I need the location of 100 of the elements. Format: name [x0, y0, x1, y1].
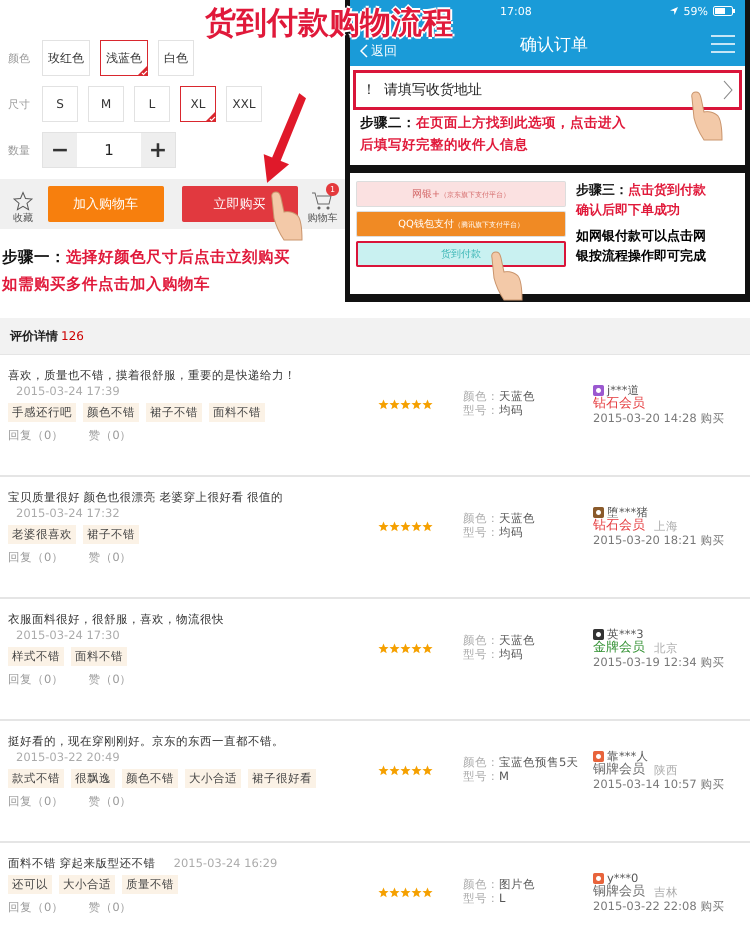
- reviews-title: 评价详情: [10, 328, 58, 344]
- option-chip[interactable]: 白色: [158, 40, 194, 76]
- favorite-button[interactable]: 收藏: [6, 183, 40, 225]
- color-attribute: 颜色：图片色: [463, 877, 536, 891]
- user-name: y***0: [607, 871, 638, 885]
- option-chip[interactable]: XL: [180, 86, 216, 122]
- battery-percent: 59%: [684, 4, 708, 18]
- option-chip[interactable]: M: [88, 86, 124, 122]
- user-name: j***道: [607, 383, 640, 397]
- cart-icon: [311, 191, 334, 211]
- review-text: 挺好看的，现在穿刚刚好。京东的东西一直都不错。 2015-03-22 20:49: [8, 733, 285, 765]
- reply-link[interactable]: 回复（0）: [8, 550, 64, 565]
- size-attribute: 型号：均码: [463, 647, 524, 661]
- member-level: 钻石会员: [593, 397, 645, 411]
- review-tag: 面料不错: [71, 647, 127, 666]
- reviews-count: 126: [61, 329, 84, 343]
- color-attribute: 颜色：宝蓝色预售5天: [463, 755, 580, 769]
- size-attribute: 型号：均码: [463, 525, 524, 539]
- review-tag: 裙子很好看: [248, 769, 316, 788]
- add-to-cart-button[interactable]: 加入购物车: [48, 186, 164, 222]
- review-tag: 老婆很喜欢: [8, 525, 76, 544]
- user-region: 上海: [654, 519, 678, 533]
- star-icon: [12, 191, 33, 211]
- like-link[interactable]: 赞（0）: [88, 550, 132, 565]
- review-tag: 裙子不错: [146, 403, 202, 422]
- option-chip[interactable]: S: [42, 86, 78, 122]
- option-chip[interactable]: 玫红色: [42, 40, 90, 76]
- review-tag: 裙子不错: [83, 525, 139, 544]
- cart-badge: 1: [326, 183, 339, 196]
- check-icon: [205, 111, 216, 122]
- review-text: 宝贝质量很好 颜色也很漂亮 老婆穿上很好看 很值的 2015-03-24 17:32: [8, 489, 284, 521]
- battery-icon: [713, 6, 735, 16]
- user-region: 陕西: [654, 763, 678, 777]
- user-name: 堕***猪: [607, 505, 648, 519]
- pointing-hand-icon: [490, 250, 524, 302]
- like-link[interactable]: 赞（0）: [88, 900, 132, 915]
- review-tag: 质量不错: [122, 875, 178, 894]
- reply-link[interactable]: 回复（0）: [8, 794, 64, 809]
- review-tag: 大小合适: [59, 875, 115, 894]
- purchase-date: 2015-03-14 10:57 购买: [593, 777, 726, 791]
- menu-icon[interactable]: [711, 35, 735, 53]
- review-tag: 款式不错: [8, 769, 64, 788]
- review-text: 面料不错 穿起来版型还不错 2015-03-24 16:29: [8, 855, 278, 871]
- payment-option[interactable]: 货到付款: [356, 241, 566, 267]
- nav-title: 确认订单: [520, 34, 588, 56]
- minus-button[interactable]: −: [43, 133, 77, 167]
- size-attribute: 型号：M: [463, 769, 510, 783]
- like-link[interactable]: 赞（0）: [88, 428, 132, 443]
- step-one-instructions: 步骤一：选择好颜色尺寸后点击立刻购买 如需购买多件点击加入购物车: [0, 246, 291, 295]
- cart-button[interactable]: 购物车 1: [306, 183, 339, 225]
- like-link[interactable]: 赞（0）: [88, 672, 132, 687]
- review-text: 喜欢，质量也不错，摸着很舒服，重要的是快递给力！ 2015-03-24 17:39: [8, 367, 297, 399]
- member-level: 铜牌会员: [593, 763, 645, 777]
- check-icon: [137, 65, 148, 76]
- review-tag: 样式不错: [8, 647, 64, 666]
- status-time: 17:08: [500, 4, 532, 18]
- user-region: 北京: [654, 641, 678, 655]
- pointing-hand-icon: [690, 90, 724, 142]
- plus-button[interactable]: +: [141, 133, 175, 167]
- option-chip[interactable]: L: [134, 86, 170, 122]
- option-label: 颜色: [8, 50, 31, 66]
- step-three-note: 如网银付款可以点击网 银按流程操作即可完成: [576, 228, 706, 266]
- member-level: 铜牌会员: [593, 885, 645, 899]
- back-chevron-icon: [360, 44, 368, 58]
- size-attribute: 型号：L: [463, 891, 506, 905]
- reply-link[interactable]: 回复（0）: [8, 428, 64, 443]
- color-attribute: 颜色：天蓝色: [463, 511, 536, 525]
- review-tag: 很飘逸: [71, 769, 115, 788]
- location-icon: [668, 6, 679, 16]
- buy-now-button[interactable]: 立即购买: [182, 186, 298, 222]
- review-tag: 面料不错: [209, 403, 265, 422]
- purchase-date: 2015-03-20 14:28 购买: [593, 411, 726, 425]
- reply-link[interactable]: 回复（0）: [8, 672, 64, 687]
- review-tag: 颜色不错: [122, 769, 178, 788]
- like-link[interactable]: 赞（0）: [88, 794, 132, 809]
- review-tag: 颜色不错: [83, 403, 139, 422]
- option-label: 数量: [8, 142, 31, 158]
- step-three-instructions: 步骤三：点击货到付款 确认后即下单成功: [576, 182, 706, 220]
- option-chip[interactable]: 浅蓝色: [100, 40, 148, 76]
- option-label: 尺寸: [8, 96, 31, 112]
- chevron-right-icon: [723, 80, 733, 100]
- member-level: 钻石会员: [593, 519, 645, 533]
- back-button[interactable]: 返回: [360, 42, 397, 60]
- address-row[interactable]: ！ 请填写收货地址: [353, 70, 742, 110]
- size-attribute: 型号：均码: [463, 403, 524, 417]
- reply-link[interactable]: 回复（0）: [8, 900, 64, 915]
- review-text: 衣服面料很好，很舒服，喜欢，物流很快 2015-03-24 17:30: [8, 611, 225, 643]
- review-tag: 大小合适: [185, 769, 241, 788]
- purchase-date: 2015-03-22 22:08 购买: [593, 899, 726, 913]
- quantity-value: 1: [103, 140, 115, 161]
- purchase-date: 2015-03-20 18:21 购买: [593, 533, 726, 547]
- review-tag: 还可以: [8, 875, 52, 894]
- purchase-date: 2015-03-19 12:34 购买: [593, 655, 726, 669]
- step-two-instructions: 步骤二：在页面上方找到此选项，点击进入 后填写好完整的收件人信息: [358, 114, 627, 155]
- review-tag: 手感还行吧: [8, 403, 76, 422]
- pointing-hand-icon: [270, 190, 304, 242]
- color-attribute: 颜色：天蓝色: [463, 633, 536, 647]
- color-attribute: 颜色：天蓝色: [463, 389, 536, 403]
- option-chip[interactable]: XXL: [226, 86, 262, 122]
- user-name: 英***3: [607, 627, 644, 641]
